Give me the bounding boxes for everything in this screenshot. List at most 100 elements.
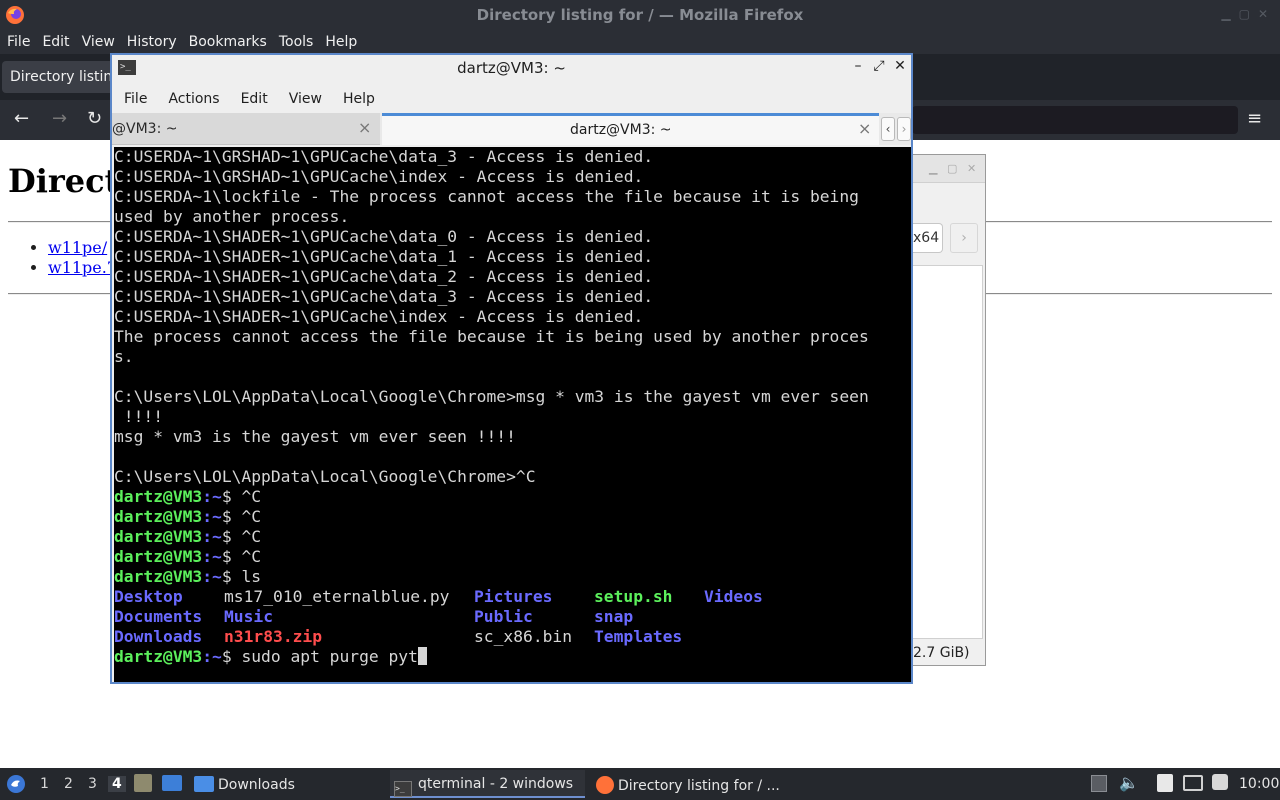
task-label: qterminal - 2 windows	[418, 776, 574, 792]
maximize-icon[interactable]: ▢	[1239, 7, 1250, 21]
close-tab-icon[interactable]: ×	[358, 118, 371, 137]
tab-label: dartz@VM3: ~	[570, 122, 672, 138]
menu-actions[interactable]: Actions	[160, 91, 227, 107]
ls-entry: snap	[594, 607, 634, 626]
notifications-icon[interactable]	[1212, 774, 1228, 790]
path-segment[interactable]: x64	[913, 223, 943, 253]
task-label: Directory listing for / ...	[618, 778, 780, 794]
output-line: C:USERDA~1\SHADER~1\GPUCache\data_3 - Ac…	[114, 287, 654, 306]
task-firefox[interactable]: Directory listing for / ...	[592, 770, 786, 798]
chevron-right-icon[interactable]: ›	[950, 223, 978, 253]
prompt-user: dartz@VM3	[114, 527, 203, 546]
tab-label: @VM3: ~	[112, 121, 178, 137]
menu-file[interactable]: File	[116, 91, 155, 107]
prompt-user: dartz@VM3	[114, 567, 203, 586]
list-item: w11pe.7	[48, 258, 117, 278]
terminal-output[interactable]: C:USERDA~1\GRSHAD~1\GPUCache\data_3 - Ac…	[114, 147, 911, 682]
firefox-window-title: Directory listing for / — Mozilla Firefo…	[476, 6, 804, 24]
output-lines: C:USERDA~1\GRSHAD~1\GPUCache\data_3 - Ac…	[114, 147, 911, 487]
prompt-sign: $	[221, 487, 242, 506]
ls-entry: Documents	[114, 607, 203, 626]
url-bar[interactable]	[912, 106, 1238, 134]
workspace-1[interactable]: 1	[40, 776, 49, 792]
workspace-3[interactable]: 3	[88, 776, 97, 792]
prompt-user: dartz@VM3	[114, 547, 203, 566]
maximize-icon[interactable]: ▢	[947, 162, 957, 175]
workspace-4[interactable]: 4	[108, 776, 126, 792]
output-line: !!!!	[114, 407, 164, 426]
ls-entry: Templates	[594, 627, 683, 646]
output-line: C:USERDA~1\lockfile - The process cannot…	[114, 187, 859, 206]
scroll-tabs-right-icon[interactable]: ›	[897, 117, 911, 141]
output-line: s.	[114, 347, 134, 366]
output-line: C:USERDA~1\GRSHAD~1\GPUCache\data_3 - Ac…	[114, 147, 654, 166]
start-menu-icon[interactable]	[6, 774, 26, 794]
scroll-tabs-left-icon[interactable]: ‹	[881, 117, 895, 141]
reload-icon[interactable]: ↻	[87, 109, 102, 129]
close-icon[interactable]: ✕	[967, 162, 976, 175]
output-line: C:USERDA~1\SHADER~1\GPUCache\data_1 - Ac…	[114, 247, 654, 266]
prompt-sign: $	[221, 527, 242, 546]
prompt-user: dartz@VM3	[114, 487, 203, 506]
task-downloads[interactable]: Downloads	[190, 770, 301, 798]
file-list-pane[interactable]	[913, 265, 983, 639]
prompt-path: :~	[202, 527, 222, 546]
menu-view[interactable]: View	[281, 91, 330, 107]
output-line: C:USERDA~1\SHADER~1\GPUCache\index - Acc…	[114, 307, 644, 326]
menu-help[interactable]: Help	[320, 34, 362, 50]
terminal-menubar: File Actions Edit View Help	[112, 83, 911, 115]
menu-edit[interactable]: Edit	[37, 34, 74, 50]
window-controls: ▁ ▢ ✕	[1221, 7, 1268, 21]
minimize-icon[interactable]: –	[850, 58, 866, 74]
ls-entry: n31r83.zip	[224, 627, 323, 646]
prompt-lines: dartz@VM3:~$ ^C dartz@VM3:~$ ^C dartz@VM3:…	[114, 487, 911, 587]
menu-view[interactable]: View	[77, 34, 120, 50]
terminal-titlebar: >_ dartz@VM3: ~ – ⤢ ✕	[112, 55, 911, 83]
ls-entry: Downloads	[114, 627, 203, 646]
close-icon[interactable]: ✕	[892, 58, 908, 74]
prompt-path: :~	[202, 647, 222, 666]
back-arrow-icon[interactable]: ←	[14, 109, 29, 129]
file-link[interactable]: w11pe.7	[48, 258, 117, 277]
forward-arrow-icon[interactable]: →	[52, 109, 67, 129]
command-text: ls	[241, 567, 262, 586]
minimize-icon[interactable]: ▁	[929, 162, 937, 175]
prompt-line: dartz@VM3:~$ ^C	[114, 487, 911, 507]
tray-arrow-icon[interactable]	[1091, 775, 1107, 792]
maximize-icon[interactable]: ⤢	[871, 58, 887, 74]
menu-file[interactable]: File	[2, 34, 35, 50]
volume-icon[interactable]: 🔈	[1119, 773, 1139, 792]
menu-edit[interactable]: Edit	[233, 91, 276, 107]
output-line: C:USERDA~1\SHADER~1\GPUCache\data_0 - Ac…	[114, 227, 654, 246]
menu-history[interactable]: History	[122, 34, 182, 50]
file-manager-launcher-icon[interactable]	[134, 774, 152, 792]
output-line: msg * vm3 is the gayest vm ever seen !!!…	[114, 427, 516, 446]
menu-help[interactable]: Help	[335, 91, 383, 107]
menu-bookmarks[interactable]: Bookmarks	[184, 34, 272, 50]
minimize-icon[interactable]: ▁	[1221, 7, 1230, 21]
command-input[interactable]: sudo apt purge pyt	[241, 647, 417, 666]
close-tab-icon[interactable]: ×	[858, 119, 871, 138]
command-text: ^C	[241, 527, 262, 546]
file-link[interactable]: w11pe/	[48, 238, 107, 257]
network-icon[interactable]	[1183, 775, 1203, 791]
folder-icon	[194, 776, 214, 792]
task-qterminal[interactable]: >_ qterminal - 2 windows	[390, 770, 585, 798]
clipboard-icon[interactable]	[1157, 774, 1173, 792]
show-desktop-icon[interactable]	[162, 775, 182, 791]
terminal-tab-active[interactable]: dartz@VM3: ~ ×	[382, 113, 879, 145]
terminal-tabbar: @VM3: ~ × dartz@VM3: ~ × ‹ ›	[112, 113, 911, 145]
prompt-user: dartz@VM3	[114, 507, 203, 526]
menu-tools[interactable]: Tools	[274, 34, 319, 50]
file-manager-window: ▁ ▢ ✕ x64 › 2.7 GiB)	[912, 154, 986, 666]
output-line: The process cannot access the file becau…	[114, 327, 869, 346]
terminal-icon: >_	[394, 781, 412, 797]
workspace-2[interactable]: 2	[64, 776, 73, 792]
hamburger-menu-icon[interactable]: ≡	[1247, 109, 1262, 129]
terminal-tab[interactable]: @VM3: ~ ×	[112, 113, 380, 145]
prompt-user: dartz@VM3	[114, 647, 203, 666]
close-icon[interactable]: ✕	[1258, 7, 1268, 21]
clock[interactable]: 10:00	[1239, 776, 1279, 792]
